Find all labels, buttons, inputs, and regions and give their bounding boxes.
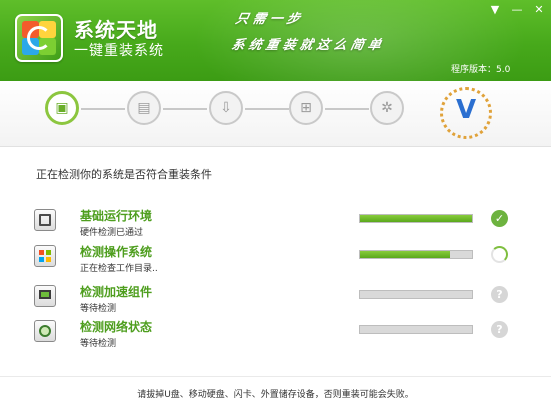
check-progress-bar (359, 325, 473, 334)
check-item-network: 检测网络状态 等待检测 ? (0, 318, 551, 352)
check-ok-icon: ✓ (491, 210, 508, 227)
check-item-os: 检测操作系统 正在检查工作目录.. (0, 243, 551, 277)
check-status: 正在检查工作目录.. (80, 264, 158, 274)
v-badge-wreath-icon: V (440, 87, 492, 139)
windows-install-icon: ⊞ (300, 100, 312, 116)
slogan-line-1: 只需一步 (233, 12, 306, 27)
pending-question-icon: ? (491, 286, 508, 303)
step-download: ⇩ (209, 91, 243, 125)
file-select-icon: ▤ (137, 100, 151, 116)
version-label: 程序版本：5.0 (451, 65, 511, 75)
loading-spinner-icon (491, 246, 508, 263)
check-status: 等待检测 (80, 339, 117, 349)
app-title: 系统天地 (74, 18, 158, 42)
close-icon[interactable]: ✕ (530, 3, 548, 17)
footer-divider (0, 376, 551, 377)
check-status: 等待检测 (80, 304, 117, 314)
step-connector (81, 108, 125, 110)
download-icon: ⇩ (220, 100, 232, 116)
pending-question-icon: ? (491, 321, 508, 338)
footer-warning: 请拔掉U盘、移动硬盘、闪卡、外置储存设备，否则重装可能会失败。 (137, 390, 414, 400)
step-connector (245, 108, 289, 110)
check-title: 检测加速组件 (80, 285, 153, 299)
slogan-line-2: 系统重装就这么简单 (229, 38, 387, 53)
detect-status-label: 正在检测你的系统是否符合重装条件 (36, 168, 212, 181)
check-progress-bar (359, 290, 473, 299)
step-connector (325, 108, 369, 110)
check-progress-bar (359, 214, 473, 223)
environment-check-icon: ▣ (55, 100, 69, 116)
check-item-basic-env: 基础运行环境 硬件检测已通过 ✓ (0, 207, 551, 241)
step-environment-check: ▣ (45, 91, 79, 125)
step-progress-bar: ▣ ▤ ⇩ ⊞ ✲ V (0, 81, 551, 147)
server-icon (34, 209, 56, 231)
step-file-select: ▤ (127, 91, 161, 125)
check-status: 硬件检测已通过 (80, 228, 144, 238)
step-windows-install: ⊞ (289, 91, 323, 125)
app-subtitle: 一键重装系统 (74, 43, 164, 59)
check-title: 检测网络状态 (80, 320, 153, 334)
step-finish: ✲ (370, 91, 404, 125)
check-title: 检测操作系统 (80, 245, 153, 259)
step-connector (163, 108, 207, 110)
windows-icon (34, 245, 56, 267)
minimize-icon[interactable]: — (508, 3, 526, 17)
check-title: 基础运行环境 (80, 209, 153, 223)
globe-icon (34, 320, 56, 342)
app-logo (15, 14, 63, 62)
check-item-accel: 检测加速组件 等待检测 ? (0, 283, 551, 317)
check-progress-bar (359, 250, 473, 259)
dropdown-arrow-icon[interactable]: ▼ (486, 3, 504, 17)
title-bar: 系统天地 一键重装系统 只需一步 系统重装就这么简单 程序版本：5.0 ▼ — … (0, 0, 551, 81)
monitor-icon (34, 285, 56, 307)
gear-finish-icon: ✲ (381, 100, 393, 116)
